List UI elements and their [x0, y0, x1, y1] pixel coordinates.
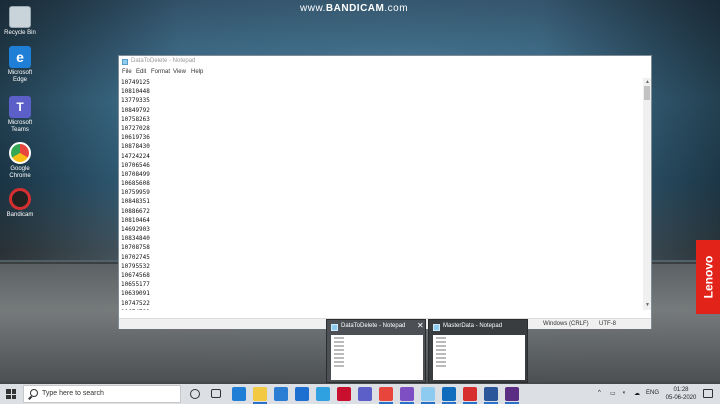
preview-title: DataToDelete - Notepad	[341, 323, 406, 329]
desktop-icon-bandicam[interactable]: Bandicam	[0, 188, 40, 219]
notepad-text-line: 10848351	[121, 198, 150, 206]
file-explorer-icon[interactable]	[253, 387, 267, 401]
desktop-icon-chrome[interactable]: Google Chrome	[0, 142, 40, 180]
notepad-text-area[interactable]: 10749125 10810448 13779335 10849792 10758263…	[121, 78, 645, 310]
notepad-text-line: 10706546	[121, 161, 150, 169]
clock-date: 05-06-2020	[665, 395, 697, 401]
edge-icon: e	[9, 46, 31, 68]
notepad-icon[interactable]	[421, 387, 435, 401]
taskbar-search-box[interactable]: Type here to search	[23, 385, 181, 403]
notepad-text-line: 10685608	[121, 180, 150, 188]
notepad-text-line: 10747522	[121, 299, 150, 307]
volume-icon[interactable]: ◖	[622, 390, 626, 396]
notepad-text-line: 10727028	[121, 124, 150, 132]
store-icon[interactable]	[274, 387, 288, 401]
notepad-menubar: File Edit Format View Help	[119, 68, 651, 78]
notepad-text-line: 10708758	[121, 244, 150, 252]
desktop-icon-label: Recycle Bin	[4, 30, 36, 36]
menu-edit[interactable]: Edit	[136, 69, 146, 75]
chrome-icon[interactable]	[379, 387, 393, 401]
notepad-text-line: 10619736	[121, 134, 150, 142]
lenovo-badge: Lenovo	[696, 240, 720, 314]
notepad-text-line: 10702745	[121, 253, 150, 261]
taskbar-clock[interactable]: 01:28 05-06-2020	[663, 386, 699, 402]
word-icon[interactable]	[484, 387, 498, 401]
scroll-down-icon[interactable]: ▼	[645, 302, 650, 308]
notepad-text-line: 10759959	[121, 189, 150, 197]
notepad-titlebar[interactable]: DataToDelete - Notepad	[119, 56, 651, 68]
edge-icon[interactable]	[232, 387, 246, 401]
start-button[interactable]	[6, 389, 16, 399]
tray-onedrive-icon[interactable]: ☁	[634, 390, 640, 397]
chrome-icon	[9, 142, 31, 164]
recycle-bin-icon	[9, 6, 31, 28]
desktop-icon-recycle-bin[interactable]: Recycle Bin	[0, 6, 40, 37]
vertical-scrollbar[interactable]: ▲ ▼	[643, 78, 651, 310]
notepad-text-line: 10758263	[121, 115, 150, 123]
menu-format[interactable]: Format	[151, 69, 170, 75]
visual-studio-icon[interactable]	[400, 387, 414, 401]
scrollbar-thumb[interactable]	[644, 86, 650, 100]
menu-view[interactable]: View	[173, 69, 186, 75]
close-icon[interactable]: ✕	[417, 321, 424, 330]
notepad-text-line: 13779335	[121, 97, 150, 105]
notepad-text-line: 10674568	[121, 271, 150, 279]
notepad-text-line: 10878430	[121, 143, 150, 151]
bandicam-icon[interactable]	[463, 387, 477, 401]
notepad-text-line: 14724224	[121, 152, 150, 160]
taskbar: Type here to search ^ ▭ ◖ ☁ ENG 01:28 05…	[0, 384, 720, 404]
preview-thumbnail	[331, 335, 423, 380]
desktop-icon-teams[interactable]: T Microsoft Teams	[0, 96, 40, 134]
teams-icon: T	[9, 96, 31, 118]
preview-title: MasterData - Notepad	[443, 323, 503, 329]
notepad-icon	[122, 59, 128, 65]
search-icon	[30, 389, 38, 397]
clock-time: 01:28	[673, 387, 689, 393]
cortana-icon[interactable]	[190, 389, 200, 399]
taskbar-preview-masterdata[interactable]: MasterData - Notepad	[428, 319, 528, 383]
notepad-text-line: 10749125	[121, 79, 150, 86]
notepad-text-line: 10655177	[121, 281, 150, 289]
search-placeholder: Type here to search	[42, 390, 104, 397]
menu-file[interactable]: File	[122, 69, 132, 75]
notification-center-icon[interactable]	[703, 389, 713, 398]
preview-thumbnail	[433, 335, 525, 380]
notepad-text-line: 10708499	[121, 170, 150, 178]
desktop-icon-label: Microsoft Edge	[7, 70, 33, 83]
status-line-ending: Windows (CRLF)	[543, 321, 589, 327]
notepad-text-line: 10849792	[121, 106, 150, 114]
desktop-icon-label: Google Chrome	[9, 166, 31, 179]
bandicam-icon	[9, 188, 31, 210]
notepad-text-line: 10834840	[121, 235, 150, 243]
notepad-text-line: 10795532	[121, 262, 150, 270]
notepad-icon	[331, 324, 338, 331]
desktop-icon-label: Bandicam	[6, 212, 34, 218]
notepad-text-line: 10810448	[121, 88, 150, 96]
task-view-icon[interactable]	[211, 389, 221, 398]
desktop-icon-edge[interactable]: e Microsoft Edge	[0, 46, 40, 84]
network-icon[interactable]: ▭	[610, 390, 616, 397]
notepad-text-line: 10810464	[121, 216, 150, 224]
app-icon[interactable]	[505, 387, 519, 401]
menu-help[interactable]: Help	[191, 69, 203, 75]
tray-chevron-icon[interactable]: ^	[598, 390, 601, 396]
bandicam-watermark: www.BANDICAM.com	[300, 3, 409, 14]
notepad-title: DataToDelete - Notepad	[131, 58, 196, 64]
notepad-text-line: 10639091	[121, 290, 150, 298]
status-encoding: UTF-8	[599, 321, 616, 327]
teams-icon[interactable]	[358, 387, 372, 401]
notepad-icon	[433, 324, 440, 331]
mcafee-icon[interactable]	[337, 387, 351, 401]
notepad-text-line: 10886672	[121, 207, 150, 215]
notepad-text-line: 10674792	[121, 308, 645, 310]
lync-icon[interactable]	[316, 387, 330, 401]
outlook-icon[interactable]	[442, 387, 456, 401]
notepad-window[interactable]: DataToDelete - Notepad File Edit Format …	[118, 55, 652, 329]
input-language[interactable]: ENG	[646, 390, 659, 396]
notepad-text-line: 14692903	[121, 226, 150, 233]
desktop-icon-label: Microsoft Teams	[7, 120, 33, 133]
mail-icon[interactable]	[295, 387, 309, 401]
taskbar-preview-datatodelete[interactable]: DataToDelete - Notepad ✕	[326, 319, 426, 383]
scroll-up-icon[interactable]: ▲	[645, 79, 650, 85]
